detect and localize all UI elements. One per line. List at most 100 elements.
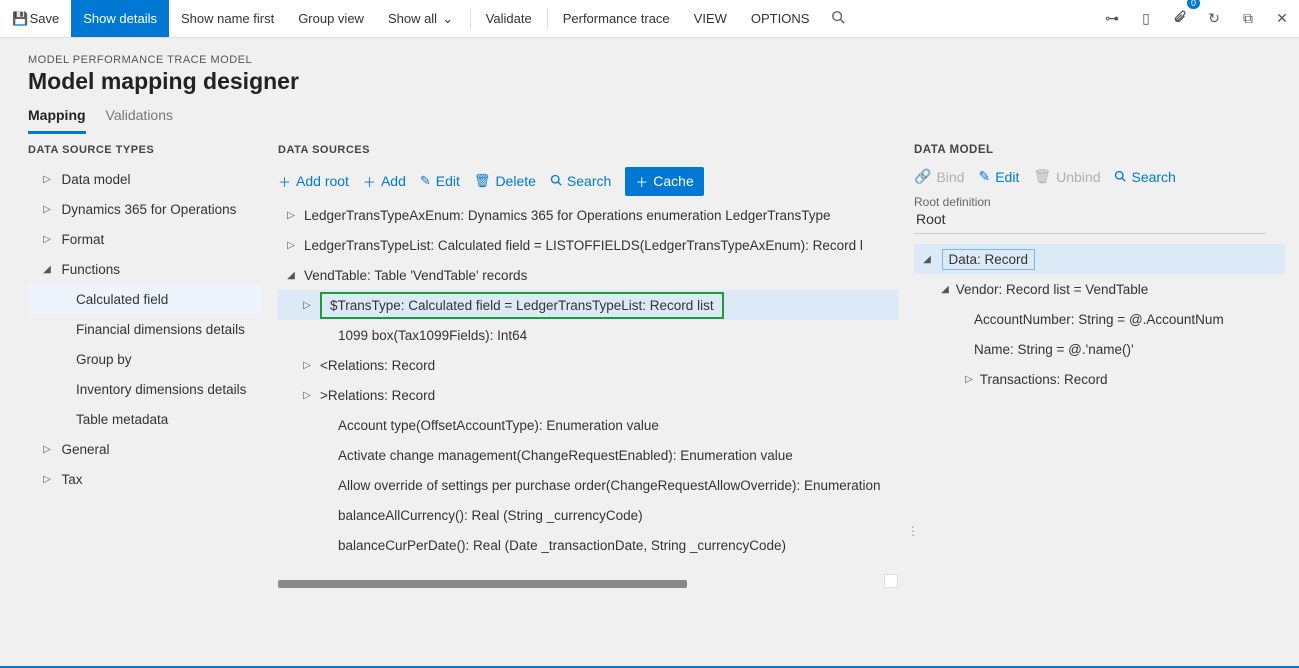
ds-activate-change-mgmt[interactable]: ▷Activate change management(ChangeReques… — [278, 440, 898, 470]
expand-icon: ▷ — [284, 240, 298, 251]
ds-balance-cur-per-date[interactable]: ▷balanceCurPerDate(): Real (Date _transa… — [278, 530, 898, 560]
item-table-metadata[interactable]: Table metadata — [28, 404, 262, 434]
close-icon: ✕ — [1276, 10, 1288, 27]
add-button[interactable]: ＋Add — [363, 172, 406, 191]
toolbar-search-button[interactable] — [821, 0, 855, 37]
tab-validations[interactable]: Validations — [106, 107, 173, 134]
ds-ledger-trans-type-list[interactable]: ▷LedgerTransTypeList: Calculated field =… — [278, 230, 898, 260]
ds-label: >Relations: Record — [320, 388, 435, 403]
column-drag-handle[interactable]: ⋮ — [907, 524, 916, 538]
item-calculated-field[interactable]: Calculated field — [28, 284, 262, 314]
collapse-icon: ◢ — [40, 264, 54, 275]
ds-1099-box[interactable]: ▷1099 box(Tax1099Fields): Int64 — [278, 320, 898, 350]
expand-icon: ▷ — [40, 444, 54, 455]
save-icon: 💾 — [12, 11, 26, 27]
save-button[interactable]: 💾 Save — [0, 0, 71, 37]
ds-balance-all-currency[interactable]: ▷balanceAllCurrency(): Real (String _cur… — [278, 500, 898, 530]
show-name-first-button[interactable]: Show name first — [169, 0, 286, 37]
search-icon — [550, 174, 562, 189]
horizontal-scrollbar[interactable] — [278, 580, 687, 588]
bind-label: Bind — [936, 169, 964, 185]
save-label: Save — [30, 11, 60, 26]
options-button[interactable]: OPTIONS — [739, 0, 822, 37]
search-button[interactable]: Search — [1114, 168, 1175, 185]
ds-label: LedgerTransTypeAxEnum: Dynamics 365 for … — [304, 208, 831, 223]
close-button[interactable]: ✕ — [1265, 0, 1299, 37]
ds-relations-lt[interactable]: ▷<Relations: Record — [278, 350, 898, 380]
validate-button[interactable]: Validate — [474, 0, 544, 37]
data-sources-heading: DATA SOURCES — [278, 144, 898, 156]
ds-label: balanceAllCurrency(): Real (String _curr… — [338, 508, 643, 523]
ds-allow-override[interactable]: ▷Allow override of settings per purchase… — [278, 470, 898, 500]
tab-mapping[interactable]: Mapping — [28, 107, 86, 134]
expand-icon: ▷ — [40, 234, 54, 245]
cache-button[interactable]: ＋Cache — [625, 167, 703, 196]
dm-data-record[interactable]: ◢ Data: Record — [914, 244, 1285, 274]
bind-button[interactable]: 🔗Bind — [914, 168, 964, 185]
dm-account-number[interactable]: AccountNumber: String = @.AccountNum — [914, 304, 1285, 334]
ds-account-type[interactable]: ▷Account type(OffsetAccountType): Enumer… — [278, 410, 898, 440]
expand-icon: ▷ — [40, 204, 54, 215]
unbind-button[interactable]: 🗑Unbind — [1033, 168, 1100, 185]
popout-icon: ⧉ — [1243, 10, 1253, 27]
pencil-icon: ✎ — [420, 173, 431, 189]
show-all-button[interactable]: Show all ⌄ — [376, 0, 467, 37]
search-button[interactable]: Search — [550, 173, 611, 189]
item-inventory-dimensions[interactable]: Inventory dimensions details — [28, 374, 262, 404]
add-root-button[interactable]: ＋Add root — [278, 172, 349, 191]
item-financial-dimensions[interactable]: Financial dimensions details — [28, 314, 262, 344]
trash-icon: 🗑 — [474, 173, 491, 189]
pencil-icon: ✎ — [978, 168, 990, 185]
view-button[interactable]: VIEW — [682, 0, 739, 37]
ds-label: $TransType: Calculated field = LedgerTra… — [320, 292, 724, 319]
dm-transactions[interactable]: ▷ Transactions: Record — [914, 364, 1285, 394]
ds-label: <Relations: Record — [320, 358, 435, 373]
edit-button[interactable]: ✎Edit — [978, 168, 1019, 185]
group-view-button[interactable]: Group view — [286, 0, 376, 37]
ds-label: VendTable: Table 'VendTable' records — [304, 268, 527, 283]
add-root-label: Add root — [296, 173, 349, 189]
view-label: VIEW — [694, 11, 727, 26]
item-dynamics[interactable]: ▷ Dynamics 365 for Operations — [28, 194, 262, 224]
office-button[interactable]: ▯ — [1129, 0, 1163, 37]
item-group-by[interactable]: Group by — [28, 344, 262, 374]
trash-icon: 🗑 — [1033, 168, 1051, 185]
collapse-icon: ◢ — [920, 254, 934, 265]
item-label: Format — [62, 232, 105, 247]
delete-button[interactable]: 🗑Delete — [474, 173, 536, 189]
search-label: Search — [567, 173, 611, 189]
edit-label: Edit — [436, 173, 460, 189]
ds-trans-type[interactable]: ▷$TransType: Calculated field = LedgerTr… — [278, 290, 898, 320]
expand-icon: ▷ — [40, 474, 54, 485]
ds-label: 1099 box(Tax1099Fields): Int64 — [338, 328, 527, 343]
root-definition-value[interactable]: Root — [914, 209, 1266, 234]
attachments-button[interactable]: 0 — [1163, 0, 1197, 37]
edit-button[interactable]: ✎ Edit — [420, 173, 460, 189]
search-label: Search — [1131, 169, 1175, 185]
collapse-icon: ◢ — [938, 284, 952, 295]
item-label: Calculated field — [76, 292, 168, 307]
item-general[interactable]: ▷ General — [28, 434, 262, 464]
refresh-button[interactable]: ↻ — [1197, 0, 1231, 37]
performance-trace-button[interactable]: Performance trace — [551, 0, 682, 37]
dm-label: Vendor: Record list = VendTable — [956, 282, 1149, 297]
options-label: OPTIONS — [751, 11, 810, 26]
popout-button[interactable]: ⧉ — [1231, 0, 1265, 37]
dm-name[interactable]: Name: String = @.'name()' — [914, 334, 1285, 364]
no-expand-icon: ▷ — [318, 420, 332, 431]
ds-ledger-trans-type-enum[interactable]: ▷LedgerTransTypeAxEnum: Dynamics 365 for… — [278, 200, 898, 230]
ds-relations-gt[interactable]: ▷>Relations: Record — [278, 380, 898, 410]
collapse-icon: ◢ — [284, 270, 298, 281]
item-format[interactable]: ▷ Format — [28, 224, 262, 254]
ds-label: Activate change management(ChangeRequest… — [338, 448, 793, 463]
show-details-button[interactable]: Show details — [71, 0, 169, 37]
item-functions[interactable]: ◢ Functions — [28, 254, 262, 284]
item-tax[interactable]: ▷ Tax — [28, 464, 262, 494]
item-data-model[interactable]: ▷ Data model — [28, 164, 262, 194]
dm-vendor[interactable]: ◢ Vendor: Record list = VendTable — [914, 274, 1285, 304]
plus-icon: ＋ — [363, 172, 376, 191]
breadcrumb: MODEL PERFORMANCE TRACE MODEL — [28, 54, 1271, 66]
ds-vend-table[interactable]: ◢ VendTable: Table 'VendTable' records — [278, 260, 898, 290]
item-label: Functions — [62, 262, 121, 277]
connector-button[interactable]: ⊶ — [1095, 0, 1129, 37]
